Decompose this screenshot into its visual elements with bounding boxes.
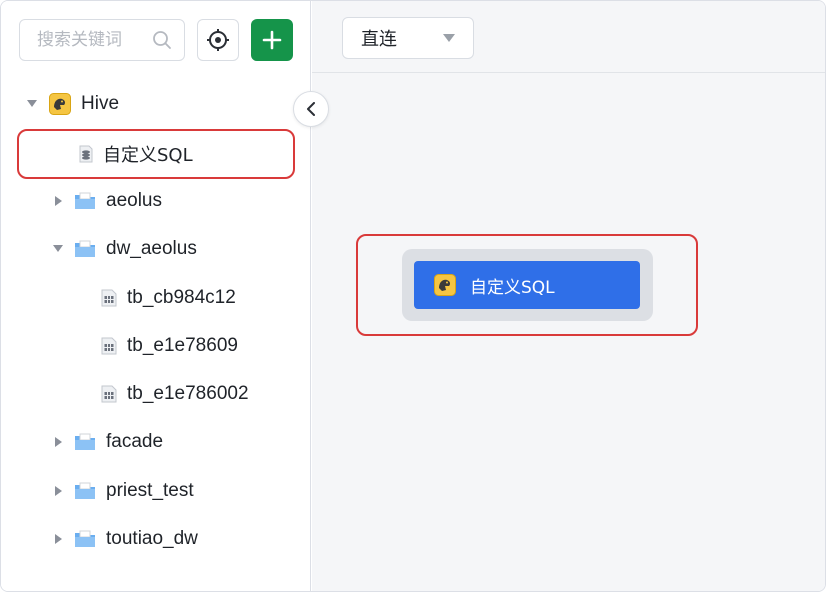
collapse-sidebar-button[interactable] xyxy=(293,91,329,127)
tree-item-label: tb_cb984c12 xyxy=(127,287,236,308)
tree-item-label: tb_e1e78609 xyxy=(127,335,238,356)
canvas-node-container[interactable]: 自定义SQL xyxy=(402,249,653,321)
caret-right-icon[interactable] xyxy=(53,437,63,447)
folder-icon xyxy=(74,240,96,258)
tree-item-label: dw_aeolus xyxy=(106,238,197,259)
toolbar: 直连 xyxy=(312,1,825,73)
tree-item-toutiao-dw[interactable]: toutiao_dw xyxy=(53,519,198,559)
database-stack-icon xyxy=(79,145,93,163)
tree-item-label: facade xyxy=(106,431,164,452)
folder-icon xyxy=(74,433,96,451)
table-icon xyxy=(101,385,117,403)
tree-item-table[interactable]: tb_e1e786002 xyxy=(101,374,249,414)
tree-item-custom-sql[interactable]: 自定义SQL xyxy=(79,134,193,174)
main-canvas: 直连 自定义SQL xyxy=(312,1,825,591)
canvas-node-custom-sql[interactable]: 自定义SQL xyxy=(414,261,640,309)
folder-icon xyxy=(74,530,96,548)
tree-item-label: priest_test xyxy=(106,480,194,501)
caret-right-icon[interactable] xyxy=(53,486,63,496)
tree-item-label: Hive xyxy=(81,93,120,114)
tree-item-label: toutiao_dw xyxy=(106,528,198,549)
folder-icon xyxy=(74,192,96,210)
caret-down-icon[interactable] xyxy=(53,244,63,254)
connection-mode-value: 直连 xyxy=(361,29,397,50)
hive-icon xyxy=(49,93,71,115)
plus-icon xyxy=(262,30,282,50)
table-icon xyxy=(101,289,117,307)
folder-icon xyxy=(74,482,96,500)
canvas-node-label: 自定义SQL xyxy=(470,277,555,298)
hive-icon xyxy=(434,274,456,296)
tree-item-hive[interactable]: Hive xyxy=(27,84,119,124)
tree-item-table[interactable]: tb_cb984c12 xyxy=(101,278,236,318)
locate-button[interactable] xyxy=(197,19,239,61)
chevron-left-icon xyxy=(307,102,315,116)
caret-down-icon[interactable] xyxy=(27,99,37,109)
search-input[interactable] xyxy=(37,30,152,50)
caret-right-icon[interactable] xyxy=(53,196,63,206)
connection-mode-select[interactable]: 直连 xyxy=(342,17,474,59)
caret-down-icon xyxy=(443,34,455,42)
tree-item-label: tb_e1e786002 xyxy=(127,383,249,404)
sidebar: Hive 自定义SQL xyxy=(1,1,311,591)
tree-item-priest-test[interactable]: priest_test xyxy=(53,471,194,511)
crosshair-icon xyxy=(207,29,229,51)
tree-item-label: 自定义SQL xyxy=(103,145,193,166)
tree-item-dw-aeolus[interactable]: dw_aeolus xyxy=(53,229,197,269)
search-box[interactable] xyxy=(19,19,185,61)
tree-item-table[interactable]: tb_e1e78609 xyxy=(101,326,238,366)
add-button[interactable] xyxy=(251,19,293,61)
tree-item-aeolus[interactable]: aeolus xyxy=(53,181,162,221)
tree-item-label: aeolus xyxy=(106,190,162,211)
app-window: Hive 自定义SQL xyxy=(0,0,826,592)
caret-right-icon[interactable] xyxy=(53,534,63,544)
tree-item-facade[interactable]: facade xyxy=(53,422,163,462)
search-icon[interactable] xyxy=(152,30,172,50)
table-icon xyxy=(101,337,117,355)
